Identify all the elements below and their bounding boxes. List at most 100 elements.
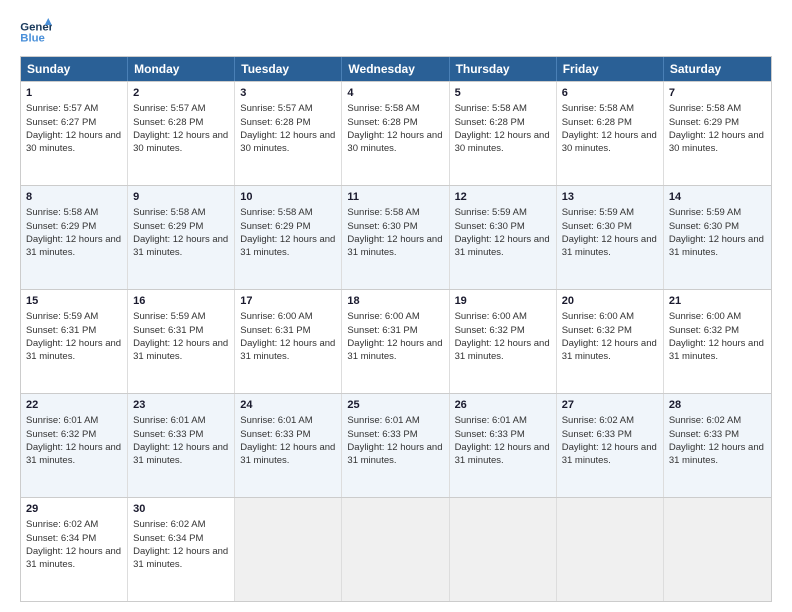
sunset-label: Sunset: 6:28 PM [347,117,417,128]
calendar-cell: 10Sunrise: 5:58 AMSunset: 6:29 PMDayligh… [235,186,342,289]
calendar-cell: 14Sunrise: 5:59 AMSunset: 6:30 PMDayligh… [664,186,771,289]
calendar-cell: 13Sunrise: 5:59 AMSunset: 6:30 PMDayligh… [557,186,664,289]
day-number: 30 [133,502,229,517]
sunset-label: Sunset: 6:28 PM [562,117,632,128]
calendar-row-0: 1Sunrise: 5:57 AMSunset: 6:27 PMDaylight… [21,81,771,185]
sunrise-label: Sunrise: 6:00 AM [347,311,419,322]
calendar-row-4: 29Sunrise: 6:02 AMSunset: 6:34 PMDayligh… [21,497,771,601]
sunset-label: Sunset: 6:31 PM [26,325,96,336]
daylight-label: Daylight: 12 hours and 31 minutes. [669,442,764,466]
sunset-label: Sunset: 6:30 PM [669,221,739,232]
day-number: 11 [347,190,443,205]
calendar-cell: 21 Sunrise: 6:00 AM Sunset: 6:32 PM Dayligh… [664,290,771,393]
daylight-label: Daylight: 12 hours and 31 minutes. [133,546,228,570]
sunrise-label: Sunrise: 6:00 AM [240,311,312,322]
daylight-label: Daylight: 12 hours and 30 minutes. [347,130,442,154]
daylight-label: Daylight: 12 hours and 31 minutes. [240,442,335,466]
calendar-cell [450,498,557,601]
daylight-label: Daylight: 12 hours and 31 minutes. [347,234,442,258]
sunrise-label: Sunrise: 5:58 AM [133,207,205,218]
calendar-cell: 15Sunrise: 5:59 AMSunset: 6:31 PMDayligh… [21,290,128,393]
day-number: 24 [240,398,336,413]
calendar-cell: 8Sunrise: 5:58 AMSunset: 6:29 PMDaylight… [21,186,128,289]
daylight-label: Daylight: 12 hours and 31 minutes. [347,442,442,466]
calendar-page: General Blue SundayMondayTuesdayWednesda… [0,0,792,612]
daylight-label: Daylight: 12 hours and 31 minutes. [26,338,121,362]
sunset-label: Sunset: 6:34 PM [133,533,203,544]
sunset-label: Sunset: 6:28 PM [133,117,203,128]
calendar-cell [664,498,771,601]
calendar-cell: 9Sunrise: 5:58 AMSunset: 6:29 PMDaylight… [128,186,235,289]
daylight-label: Daylight: 12 hours and 31 minutes. [455,338,550,362]
sunrise-label: Sunrise: 5:59 AM [133,311,205,322]
sunrise-label: Sunrise: 5:58 AM [347,207,419,218]
day-number: 10 [240,190,336,205]
calendar-cell [342,498,449,601]
day-number: 21 [669,294,766,309]
daylight-label: Daylight: 12 hours and 31 minutes. [240,234,335,258]
calendar-cell: 20Sunrise: 6:00 AMSunset: 6:32 PMDayligh… [557,290,664,393]
calendar-cell: 27Sunrise: 6:02 AMSunset: 6:33 PMDayligh… [557,394,664,497]
calendar: SundayMondayTuesdayWednesdayThursdayFrid… [20,56,772,602]
sunset-label: Sunset: 6:32 PM [455,325,525,336]
calendar-cell: 2Sunrise: 5:57 AMSunset: 6:28 PMDaylight… [128,82,235,185]
sunset-label: Sunset: 6:29 PM [240,221,310,232]
day-number: 28 [669,398,766,413]
calendar-row-2: 15Sunrise: 5:59 AMSunset: 6:31 PMDayligh… [21,289,771,393]
calendar-row-3: 22 Sunrise: 6:01 AM Sunset: 6:32 PM Dayligh… [21,393,771,497]
sunset-label: Sunset: 6:27 PM [26,117,96,128]
daylight-label: Daylight: 12 hours and 31 minutes. [669,234,764,258]
day-header-monday: Monday [128,57,235,81]
svg-text:Blue: Blue [20,33,45,45]
sunrise-label: Sunrise: 5:59 AM [455,207,527,218]
calendar-cell: 25Sunrise: 6:01 AMSunset: 6:33 PMDayligh… [342,394,449,497]
day-number: 2 [133,86,229,101]
sunset-label: Sunset: 6:32 PM [26,429,96,440]
sunset-label: Sunset: 6:33 PM [669,429,739,440]
sunset-label: Sunset: 6:33 PM [133,429,203,440]
sunrise-label: Sunrise: 6:01 AM [455,415,527,426]
daylight-label: Daylight: 12 hours and 31 minutes. [133,234,228,258]
sunset-label: Sunset: 6:28 PM [455,117,525,128]
sunset-label: Sunset: 6:32 PM [562,325,632,336]
day-number: 9 [133,190,229,205]
calendar-cell: 12Sunrise: 5:59 AMSunset: 6:30 PMDayligh… [450,186,557,289]
sunrise-label: Sunrise: 5:59 AM [669,207,741,218]
calendar-cell: 19Sunrise: 6:00 AMSunset: 6:32 PMDayligh… [450,290,557,393]
calendar-cell: 30 Sunrise: 6:02 AM Sunset: 6:34 PM Dayligh… [128,498,235,601]
sunset-label: Sunset: 6:32 PM [669,325,739,336]
daylight-label: Daylight: 12 hours and 31 minutes. [133,338,228,362]
sunrise-label: Sunrise: 5:58 AM [455,103,527,114]
sunset-label: Sunset: 6:33 PM [240,429,310,440]
sunrise-label: Sunrise: 5:58 AM [562,103,634,114]
day-number: 22 [26,398,122,413]
sunset-label: Sunset: 6:31 PM [133,325,203,336]
day-number: 25 [347,398,443,413]
daylight-label: Daylight: 12 hours and 31 minutes. [669,338,764,362]
day-number: 6 [562,86,658,101]
sunrise-label: Sunrise: 6:02 AM [562,415,634,426]
sunrise-label: Sunrise: 6:00 AM [669,311,741,322]
sunset-label: Sunset: 6:29 PM [669,117,739,128]
sunrise-label: Sunrise: 6:02 AM [133,519,205,530]
daylight-label: Daylight: 12 hours and 30 minutes. [133,130,228,154]
sunrise-label: Sunrise: 5:59 AM [562,207,634,218]
calendar-cell: 11Sunrise: 5:58 AMSunset: 6:30 PMDayligh… [342,186,449,289]
sunrise-label: Sunrise: 5:58 AM [26,207,98,218]
daylight-label: Daylight: 12 hours and 31 minutes. [347,338,442,362]
calendar-cell: 22Sunrise: 6:01 AMSunset: 6:32 PMDayligh… [21,394,128,497]
day-number: 8 [26,190,122,205]
day-number: 12 [455,190,551,205]
calendar-cell: 18Sunrise: 6:00 AMSunset: 6:31 PMDayligh… [342,290,449,393]
day-number: 13 [562,190,658,205]
sunrise-label: Sunrise: 5:57 AM [26,103,98,114]
daylight-label: Daylight: 12 hours and 31 minutes. [562,234,657,258]
day-header-thursday: Thursday [450,57,557,81]
sunset-label: Sunset: 6:33 PM [562,429,632,440]
day-number: 23 [133,398,229,413]
daylight-label: Daylight: 12 hours and 31 minutes. [26,234,121,258]
calendar-row-1: 8 Sunrise: 5:58 AM Sunset: 6:29 PM Daylight… [21,185,771,289]
calendar-cell: 1Sunrise: 5:57 AMSunset: 6:27 PMDaylight… [21,82,128,185]
day-number: 18 [347,294,443,309]
day-number: 20 [562,294,658,309]
